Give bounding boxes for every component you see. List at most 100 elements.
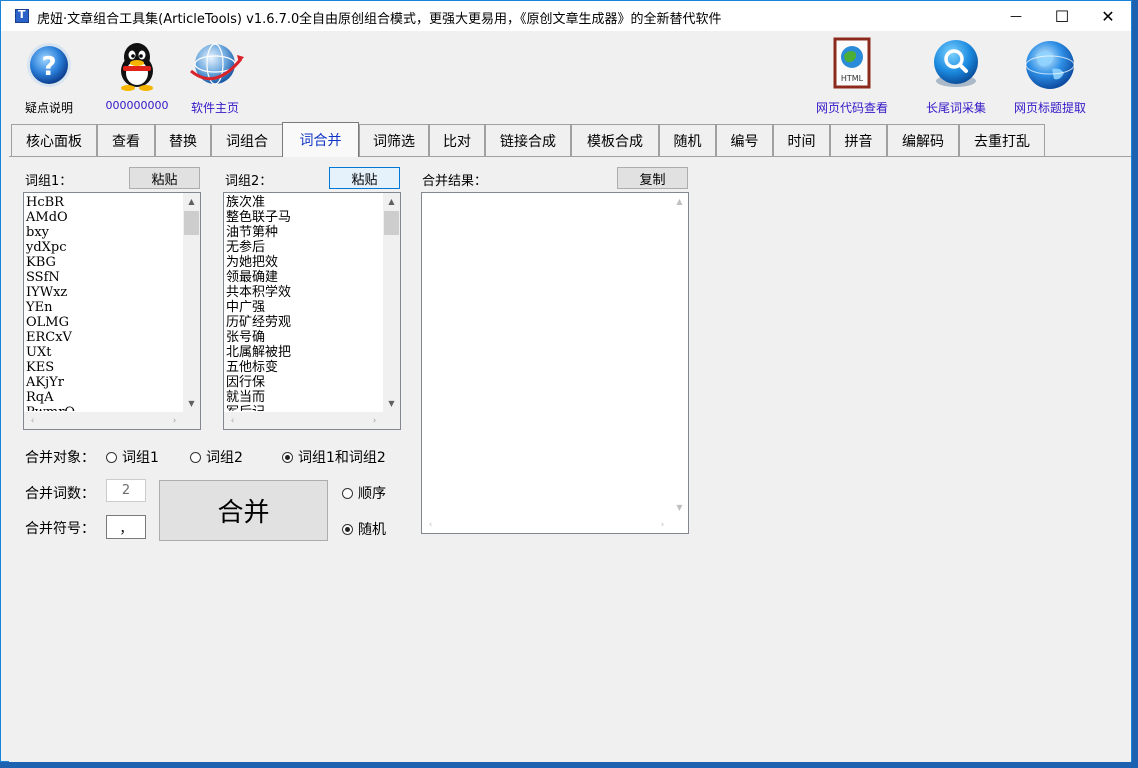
app-window: 虎妞·文章组合工具集(ArticleTools) v1.6.7.0 全自由原创组… xyxy=(0,0,1132,762)
minimize-button[interactable]: — xyxy=(993,1,1039,31)
web-globe-icon xyxy=(1025,41,1075,89)
longtail-label: 长尾词采集 xyxy=(925,101,987,115)
list-item: 为她把效 xyxy=(226,255,279,270)
separator-input[interactable]: ， xyxy=(106,515,146,539)
html-view-tool[interactable]: HTML 网页代码查看 xyxy=(816,37,888,117)
list-item: IYWxz xyxy=(26,285,68,300)
tab-numbering[interactable]: 编号 xyxy=(716,124,773,156)
result-hscroll[interactable]: ‹ › xyxy=(422,516,671,533)
list-item: 因行保 xyxy=(226,375,266,390)
group1-vscroll[interactable]: ▲ ▼ xyxy=(183,193,200,412)
radio-both-groups[interactable]: 词组1和词组2 xyxy=(282,447,386,467)
list-item: 就当而 xyxy=(226,390,266,405)
minimize-icon: — xyxy=(1010,9,1022,23)
app-icon xyxy=(15,8,29,23)
scroll-up-icon[interactable]: ▲ xyxy=(671,193,688,210)
tab-dedupe-shuffle[interactable]: 去重打乱 xyxy=(959,124,1045,156)
tab-word-combine[interactable]: 词组合 xyxy=(211,124,283,156)
scroll-right-icon[interactable]: › xyxy=(654,516,671,533)
radio-sequential-label: 顺序 xyxy=(358,486,386,502)
list-item: PwmrO xyxy=(25,405,182,411)
tab-view[interactable]: 查看 xyxy=(97,124,155,156)
title-extract-tool[interactable]: 网页标题提取 xyxy=(1014,37,1086,117)
radio-group1[interactable]: 词组1 xyxy=(106,447,159,467)
radio-random-label: 随机 xyxy=(358,522,386,538)
list-item: 油节第种 xyxy=(226,225,279,240)
word-count-label: 合并词数： xyxy=(25,486,95,502)
help-tool[interactable]: ? 疑点说明 xyxy=(17,39,81,117)
globe-icon xyxy=(190,43,244,85)
radio-both-label: 词组1和词组2 xyxy=(298,450,386,466)
help-label: 疑点说明 xyxy=(24,101,74,115)
scroll-down-icon[interactable]: ▼ xyxy=(383,395,400,412)
group1-paste-button[interactable]: 粘贴 xyxy=(129,167,200,189)
group1-textarea[interactable]: HcBR AMdO bxy ydXpc KBG SSfN IYWxz YEn OLMG ERCxV… xyxy=(23,192,201,430)
close-button[interactable]: ✕ xyxy=(1085,1,1131,31)
list-item: 共本积学效 xyxy=(226,285,292,300)
tab-word-merge[interactable]: 词合并 xyxy=(282,122,359,157)
tab-link-synth[interactable]: 链接合成 xyxy=(485,124,571,156)
tab-encode-decode[interactable]: 编解码 xyxy=(887,124,959,156)
scroll-up-icon[interactable]: ▲ xyxy=(183,193,200,210)
list-item: 张号确 xyxy=(226,330,266,345)
scroll-down-icon[interactable]: ▼ xyxy=(671,499,688,516)
qq-penguin-icon xyxy=(121,43,153,91)
word-count-input[interactable]: 2 xyxy=(106,479,146,502)
radio-order-sequential[interactable]: 顺序 xyxy=(342,483,386,503)
group2-textarea[interactable]: 族次准 整色联子马 油节第种 无参后 为她把效 领最确建 共本积学效 中广强 历矿经劳观 张号确北… xyxy=(223,192,401,430)
scroll-left-icon[interactable]: ‹ xyxy=(24,412,41,429)
scroll-left-icon[interactable]: ‹ xyxy=(224,412,241,429)
longtail-tool[interactable]: 长尾词采集 xyxy=(921,37,991,117)
tab-random[interactable]: 随机 xyxy=(659,124,716,156)
scroll-right-icon[interactable]: › xyxy=(166,412,183,429)
result-vscroll[interactable]: ▲ ▼ xyxy=(671,193,688,516)
group1-hscroll[interactable]: ‹ › xyxy=(24,412,183,429)
group2-paste-button[interactable]: 粘贴 xyxy=(329,167,400,189)
maximize-icon: ☐ xyxy=(1054,6,1070,26)
list-item: 整色联子马 xyxy=(226,210,292,225)
qq-tool[interactable]: 000000000 xyxy=(105,39,169,117)
list-item: KES xyxy=(26,360,55,375)
radio-dot xyxy=(106,451,117,463)
list-item: SSfN xyxy=(26,270,60,285)
list-item: bxy xyxy=(26,225,49,240)
tab-replace[interactable]: 替换 xyxy=(155,124,211,156)
desktop-edge-right xyxy=(1132,0,1138,768)
separator-label: 合并符号： xyxy=(25,521,95,537)
list-item: ERCxV xyxy=(26,330,72,345)
homepage-label: 软件主页 xyxy=(190,101,240,115)
scroll-right-icon[interactable]: › xyxy=(366,412,383,429)
radio-dot-selected xyxy=(282,451,293,463)
list-item: 军后记 xyxy=(225,405,382,411)
group2-list: 族次准 整色联子马 油节第种 无参后 为她把效 领最确建 共本积学效 中广强 历矿经劳观 张号确北… xyxy=(225,195,382,411)
svg-text:HTML: HTML xyxy=(841,74,864,83)
copy-button[interactable]: 复制 xyxy=(617,167,688,189)
tab-template-synth[interactable]: 模板合成 xyxy=(571,124,659,156)
group2-hscroll[interactable]: ‹ › xyxy=(224,412,383,429)
tab-word-filter[interactable]: 词筛选 xyxy=(359,124,429,156)
list-item: AKjYr xyxy=(26,375,64,390)
scroll-thumb[interactable] xyxy=(184,211,199,235)
homepage-tool[interactable]: 软件主页 xyxy=(183,39,247,117)
tab-core-panel[interactable]: 核心面板 xyxy=(11,124,97,156)
qq-number-label: 000000000 xyxy=(105,99,169,112)
tab-time[interactable]: 时间 xyxy=(773,124,830,156)
radio-order-random[interactable]: 随机 xyxy=(342,519,386,539)
group2-vscroll[interactable]: ▲ ▼ xyxy=(383,193,400,412)
tab-compare[interactable]: 比对 xyxy=(429,124,485,156)
radio-dot xyxy=(342,487,353,499)
merge-button[interactable]: 合并 xyxy=(159,480,328,541)
list-item: 中广强 xyxy=(226,300,266,315)
scroll-thumb[interactable] xyxy=(384,211,399,235)
result-label: 合并结果： xyxy=(422,174,488,189)
scroll-up-icon[interactable]: ▲ xyxy=(383,193,400,210)
scroll-left-icon[interactable]: ‹ xyxy=(422,516,439,533)
radio-group2[interactable]: 词组2 xyxy=(190,447,243,467)
desktop-edge-bottom xyxy=(0,762,1138,768)
maximize-button[interactable]: ☐ xyxy=(1039,1,1085,31)
scroll-down-icon[interactable]: ▼ xyxy=(183,395,200,412)
radio-group1-label: 词组1 xyxy=(122,450,159,466)
scroll-corner xyxy=(383,412,400,429)
result-textarea[interactable]: ▲ ▼ ‹ › xyxy=(421,192,689,534)
tab-pinyin[interactable]: 拼音 xyxy=(830,124,887,156)
